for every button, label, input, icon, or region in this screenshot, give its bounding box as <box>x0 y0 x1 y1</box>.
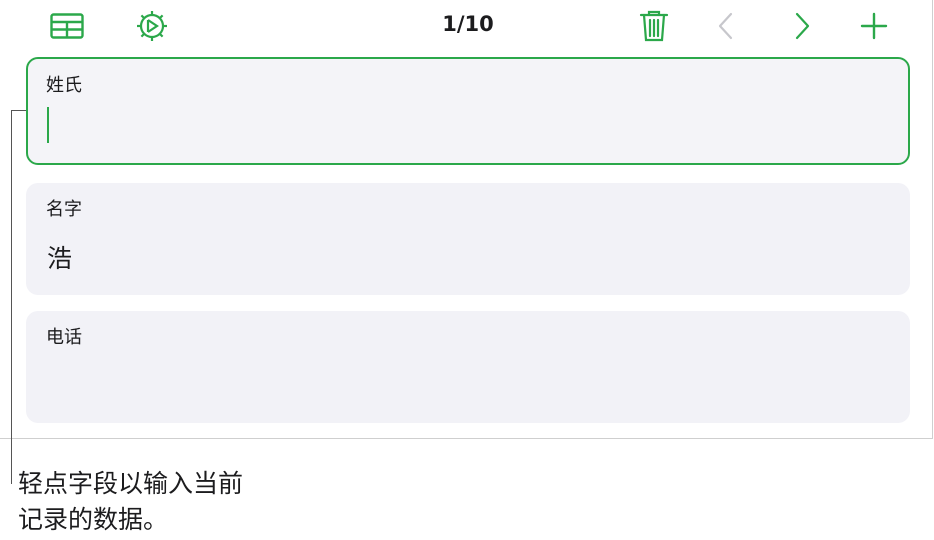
format-button[interactable] <box>130 4 174 48</box>
format-icon <box>137 11 167 41</box>
phone-field[interactable]: 电话 <box>26 311 910 423</box>
field-label: 姓氏 <box>46 75 82 96</box>
callout-line-2: 记录的数据。 <box>18 505 169 534</box>
next-record-button[interactable] <box>780 4 824 48</box>
chevron-left-icon <box>718 12 733 40</box>
callout-text: 轻点字段以输入当前 记录的数据。 <box>18 466 243 538</box>
table-view-button[interactable] <box>45 4 89 48</box>
field-label: 电话 <box>46 327 82 348</box>
table-icon <box>50 13 84 39</box>
text-cursor <box>47 107 49 143</box>
callout-tick <box>11 110 26 111</box>
trash-icon <box>639 10 669 42</box>
first-name-field[interactable]: 名字 浩 <box>26 183 910 295</box>
last-name-field[interactable]: 姓氏 <box>26 57 910 165</box>
callout-line <box>11 110 12 484</box>
record-editor-panel: 1/10 姓氏 名字 浩 电话 <box>0 0 933 439</box>
chevron-right-icon <box>795 12 810 40</box>
previous-record-button[interactable] <box>704 4 748 48</box>
field-value: 浩 <box>47 244 73 273</box>
add-record-button[interactable] <box>852 4 896 48</box>
plus-icon <box>860 12 888 40</box>
delete-record-button[interactable] <box>632 4 676 48</box>
field-label: 名字 <box>46 199 82 220</box>
record-counter: 1/10 <box>442 12 494 36</box>
callout-line-1: 轻点字段以输入当前 <box>18 469 244 498</box>
